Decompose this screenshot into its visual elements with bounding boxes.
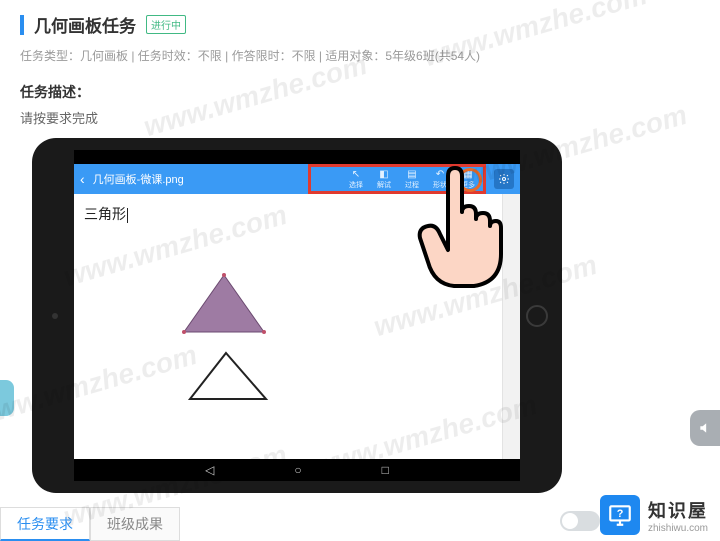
- grid-icon: ▦: [462, 168, 474, 180]
- canvas-text-input[interactable]: 三角形: [84, 204, 128, 224]
- android-nav-bar: ◁ ○ □: [74, 459, 520, 481]
- toolbar-eraser[interactable]: ◧解试: [370, 166, 398, 192]
- file-name: 几何画板-微课.png: [93, 171, 184, 187]
- undo-icon: ↶: [434, 168, 446, 180]
- app-header: ‹ 几何画板-微课.png ↖选择 ◧解试 ▤过程 ↶形状 ▦更多: [74, 164, 520, 194]
- tablet-frame: ‹ 几何画板-微课.png ↖选择 ◧解试 ▤过程 ↶形状 ▦更多 三角形: [32, 138, 562, 493]
- toolbar-shape[interactable]: ↶形状: [426, 166, 454, 192]
- back-icon[interactable]: ‹: [80, 171, 85, 187]
- sound-icon: [698, 421, 712, 435]
- canvas[interactable]: 三角形: [74, 194, 502, 459]
- toggle-switch[interactable]: [560, 511, 600, 531]
- brand-icon: ?: [600, 495, 640, 535]
- svg-text:?: ?: [617, 508, 624, 520]
- filled-triangle[interactable]: [179, 272, 269, 338]
- eraser-icon: ◧: [378, 168, 390, 180]
- home-button[interactable]: [526, 305, 548, 327]
- page-title: 几何画板任务: [34, 12, 136, 37]
- camera-dot: [52, 313, 58, 319]
- accent-bar: [20, 15, 24, 35]
- monitor-question-icon: ?: [607, 502, 633, 528]
- status-badge: 进行中: [146, 15, 186, 34]
- toolbar: ↖选择 ◧解试 ▤过程 ↶形状 ▦更多: [342, 166, 482, 192]
- gear-icon: [498, 173, 510, 185]
- android-status-bar: [74, 150, 520, 164]
- desc-label: 任务描述：: [20, 82, 700, 102]
- toolbar-more[interactable]: ▦更多: [454, 166, 482, 192]
- nav-recent-icon[interactable]: □: [382, 463, 389, 477]
- brand-logo[interactable]: ? 知识屋 zhishiwu.com: [600, 495, 708, 535]
- brand-en: zhishiwu.com: [648, 523, 708, 534]
- brand-text: 知识屋 zhishiwu.com: [648, 497, 708, 534]
- task-meta: 任务类型：几何画板 | 任务时效：不限 | 作答限时：不限 | 适用对象：5年级…: [20, 47, 700, 64]
- left-side-tab[interactable]: [0, 380, 14, 416]
- task-header: 几何画板任务 进行中 任务类型：几何画板 | 任务时效：不限 | 作答限时：不限…: [0, 0, 720, 131]
- vertical-scrollbar[interactable]: [502, 194, 520, 459]
- layers-icon: ▤: [406, 168, 418, 180]
- nav-back-icon[interactable]: ◁: [205, 463, 214, 477]
- nav-home-icon[interactable]: ○: [294, 463, 301, 477]
- toolbar-select[interactable]: ↖选择: [342, 166, 370, 192]
- cursor-icon: ↖: [350, 168, 362, 180]
- toolbar-process[interactable]: ▤过程: [398, 166, 426, 192]
- tablet-screen: ‹ 几何画板-微课.png ↖选择 ◧解试 ▤过程 ↶形状 ▦更多 三角形: [74, 150, 520, 481]
- desc-text: 请按要求完成: [20, 108, 700, 127]
- bottom-tabs: 任务要求 班级成果: [0, 507, 180, 541]
- app-window: ‹ 几何画板-微课.png ↖选择 ◧解试 ▤过程 ↶形状 ▦更多 三角形: [74, 164, 520, 459]
- outline-triangle[interactable]: [184, 349, 274, 405]
- brand-cn: 知识屋: [648, 497, 708, 523]
- settings-button[interactable]: [494, 169, 514, 189]
- right-side-tab[interactable]: [690, 410, 720, 446]
- tab-results[interactable]: 班级成果: [90, 507, 180, 541]
- tab-requirements[interactable]: 任务要求: [0, 507, 90, 541]
